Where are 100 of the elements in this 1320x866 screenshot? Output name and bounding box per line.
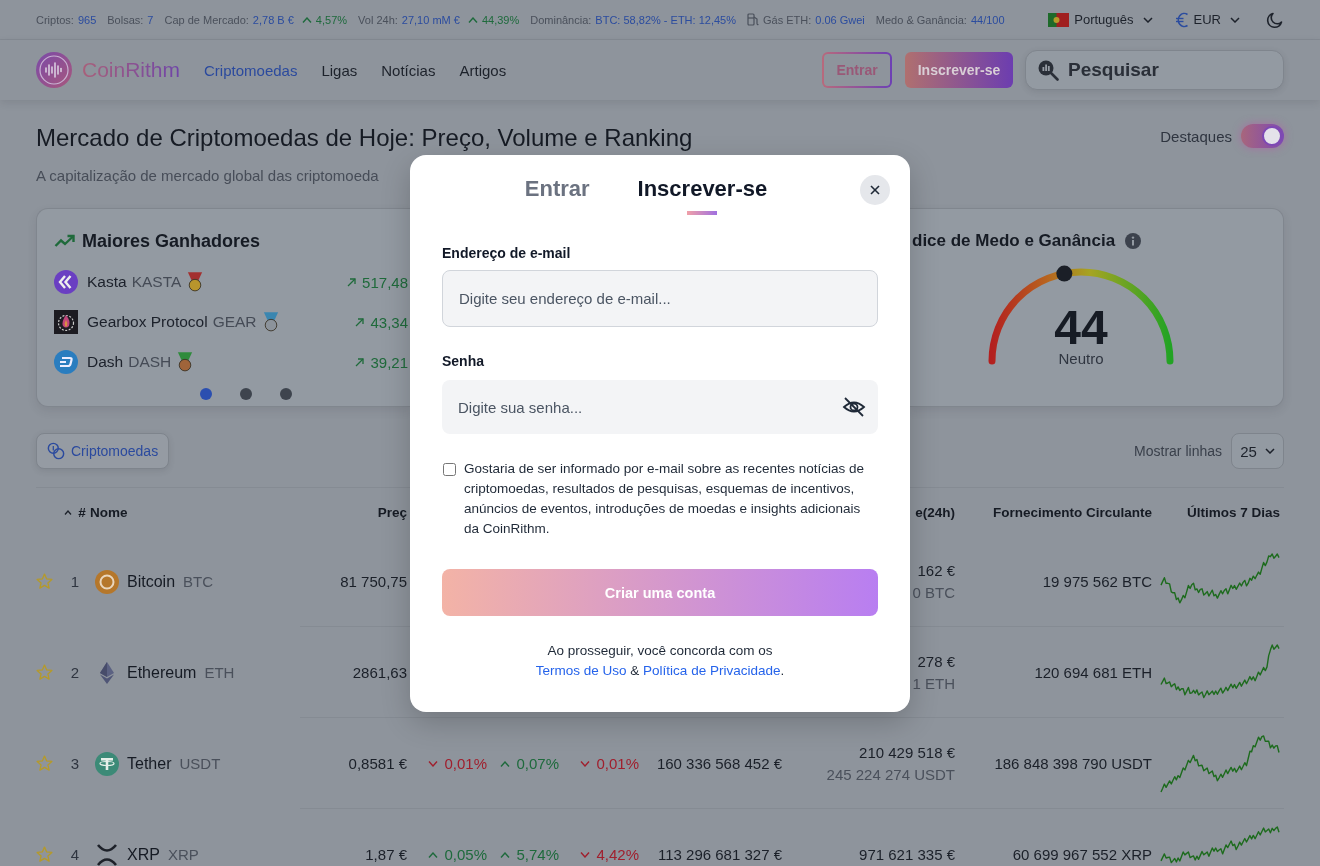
gainer-change: 43,34 xyxy=(370,313,408,331)
newsletter-checkbox[interactable] xyxy=(443,463,456,476)
highlights-toggle[interactable] xyxy=(1241,124,1284,148)
search-field[interactable]: Pesquisar xyxy=(1025,50,1284,90)
stat-label: Dominância: xyxy=(530,13,592,26)
coins-icon xyxy=(47,442,65,460)
terms-link[interactable]: Termos de Uso xyxy=(535,663,627,678)
arrow-up-right-icon xyxy=(347,277,357,287)
carousel-dot[interactable] xyxy=(200,388,212,400)
moon-icon[interactable] xyxy=(1266,10,1284,29)
rank-number: 3 xyxy=(70,755,80,772)
rank-number: 2 xyxy=(70,664,80,681)
stat-label: Gás ETH: xyxy=(763,13,812,26)
newsletter-label: Gostaria de ser informado por e-mail sobre as recentes notícias de criptomoedas, resultados de pesquisas, esquemas de incentivos, anúncios de eventos, introduções de moedas e insights adicionais da CoinRithm. xyxy=(464,460,865,538)
chevron-down-icon xyxy=(1230,16,1240,23)
star-icon[interactable] xyxy=(36,846,53,863)
nav-link[interactable]: Notícias xyxy=(381,61,436,79)
coin-name[interactable]: XRP xyxy=(127,845,160,864)
stat-label: Cap de Mercado: xyxy=(164,13,249,26)
coin-symbol: ETH xyxy=(204,664,235,681)
page-title: Mercado de Criptomoedas de Hoje: Preço, Volume e Ranking xyxy=(36,123,693,153)
change-cell: 4,42% xyxy=(596,846,639,863)
stat-value: 7 xyxy=(147,13,154,26)
highlights-label: Destaques xyxy=(1160,127,1232,145)
search-icon xyxy=(1037,59,1059,81)
price-cell: 2861,63 xyxy=(352,664,407,681)
stat-change: 44,39% xyxy=(481,13,520,26)
rank-number: 4 xyxy=(70,846,80,863)
coin-name[interactable]: Gearbox Protocol xyxy=(87,313,208,331)
volume-cell: 210 429 518 € xyxy=(859,744,955,761)
coin-symbol: BTC xyxy=(183,573,214,590)
stat-label: Vol 24h: xyxy=(358,13,398,26)
column-header[interactable]: e(24h) xyxy=(915,504,955,520)
language-selector[interactable]: Português xyxy=(1048,12,1153,27)
star-icon[interactable] xyxy=(36,755,53,772)
coin-name[interactable]: Bitcoin xyxy=(127,572,176,591)
stat-value: 965 xyxy=(77,13,97,26)
supply-cell: 186 848 398 790 USDT xyxy=(994,755,1152,772)
filter-button[interactable]: Criptomoedas xyxy=(36,433,170,469)
stat-value: 0.06 Gwei xyxy=(815,13,865,26)
gainer-change: 517,48 xyxy=(362,273,408,291)
change-cell: 0,01% xyxy=(444,755,487,772)
coin-symbol: DASH xyxy=(128,353,172,371)
logo-icon[interactable] xyxy=(36,52,72,88)
sort-caret-icon[interactable] xyxy=(64,509,73,515)
coin-name[interactable]: Dash xyxy=(87,353,124,371)
coin-icon xyxy=(54,350,78,374)
coin-icon xyxy=(54,270,78,294)
nav-link[interactable]: Artigos xyxy=(459,61,507,79)
info-icon[interactable] xyxy=(1125,233,1142,249)
supply-cell: 19 975 562 BTC xyxy=(1042,573,1152,590)
volume-cell: 278 € xyxy=(917,653,955,670)
supply-cell: 120 694 681 ETH xyxy=(1034,664,1152,681)
medal-icon xyxy=(262,312,279,332)
trending-up-icon xyxy=(54,234,76,248)
volume-coin-cell: 245 224 274 USDT xyxy=(826,766,955,783)
volume-cell: 162 € xyxy=(917,562,955,579)
legal-text: Ao prosseguir, você concorda com os Termos de Uso & Política de Privacidade. xyxy=(534,642,786,680)
coin-name[interactable]: Tether xyxy=(127,754,172,773)
coin-name[interactable]: Ethereum xyxy=(127,663,197,682)
coin-symbol: GEAR xyxy=(212,313,257,331)
carousel-dot[interactable] xyxy=(280,388,292,400)
close-button[interactable] xyxy=(860,175,890,205)
rank-number: 1 xyxy=(70,573,80,590)
nav-link[interactable]: Ligas xyxy=(321,61,358,79)
column-header[interactable]: Últimos 7 Dias xyxy=(1186,504,1280,520)
card-title: Maiores Ganhadores xyxy=(82,230,261,252)
stat-value: 27,10 mM € xyxy=(401,13,460,26)
coin-icon xyxy=(54,310,78,334)
field-label: Endereço de e-mail xyxy=(442,244,572,263)
medal-icon xyxy=(187,272,204,292)
stat-change: 4,57% xyxy=(315,13,348,26)
email-field[interactable]: Digite seu endereço de e-mail... xyxy=(442,270,878,327)
stat-label: Criptos: xyxy=(36,13,74,26)
currency-selector[interactable]: EUR xyxy=(1174,11,1240,28)
supply-cell: 60 699 967 552 XRP xyxy=(1012,846,1152,863)
carousel-dot[interactable] xyxy=(240,388,252,400)
close-icon xyxy=(870,185,880,195)
price-cell: 81 750,75 xyxy=(340,573,407,590)
star-icon[interactable] xyxy=(36,573,53,590)
stat-label: Bolsas: xyxy=(107,13,144,26)
change-cell: 0,01% xyxy=(596,755,639,772)
signup-button[interactable]: Inscrever-se xyxy=(905,52,1013,88)
coin-symbol: USDT xyxy=(179,755,221,772)
change-cell: 0,05% xyxy=(444,846,487,863)
password-field[interactable]: Digite sua senha... xyxy=(442,380,878,434)
auth-tab[interactable]: Entrar xyxy=(524,176,590,215)
card-title: dice de Medo e Ganância xyxy=(912,231,1116,251)
column-header[interactable]: Fornecimento Circulante xyxy=(992,504,1152,520)
star-icon[interactable] xyxy=(36,664,53,681)
column-header[interactable]: # xyxy=(78,504,86,520)
coin-name[interactable]: Kasta xyxy=(87,273,127,291)
change-cell: 0,07% xyxy=(516,755,559,772)
stat-label: Medo & Ganância: xyxy=(875,13,967,26)
rows-per-page-select[interactable]: 25 xyxy=(1231,433,1284,469)
eye-off-icon[interactable] xyxy=(842,395,866,419)
column-header[interactable]: Preç xyxy=(377,504,407,520)
column-header[interactable]: Nome xyxy=(90,504,128,520)
volume-cell: 971 621 335 € xyxy=(859,846,955,863)
coin-icon xyxy=(95,569,119,594)
